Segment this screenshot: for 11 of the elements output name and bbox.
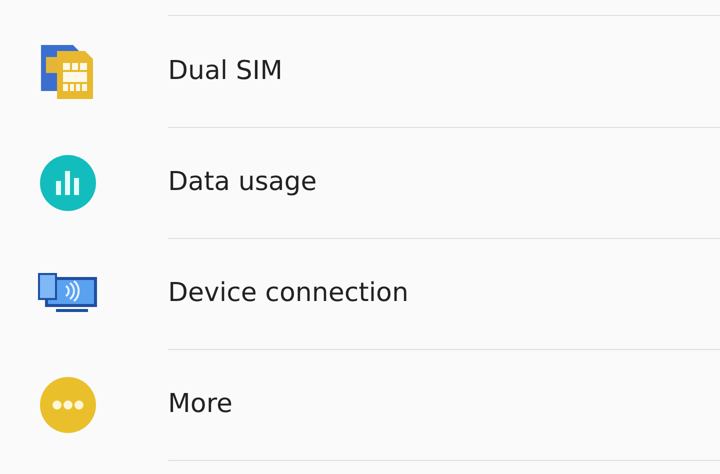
more-icon <box>40 376 96 432</box>
settings-item[interactable]: Dual SIM <box>0 16 720 127</box>
settings-label: Dual SIM <box>168 56 283 86</box>
settings-item[interactable]: Data usage <box>0 127 720 238</box>
settings-item[interactable]: More <box>0 349 720 460</box>
settings-label: More <box>168 389 232 419</box>
screen-mirroring-icon <box>38 272 98 314</box>
settings-item[interactable]: Device connection <box>0 238 720 349</box>
settings-label: Device connection <box>168 278 408 308</box>
settings-label: Data usage <box>168 167 317 197</box>
bar-chart-icon <box>40 154 96 210</box>
